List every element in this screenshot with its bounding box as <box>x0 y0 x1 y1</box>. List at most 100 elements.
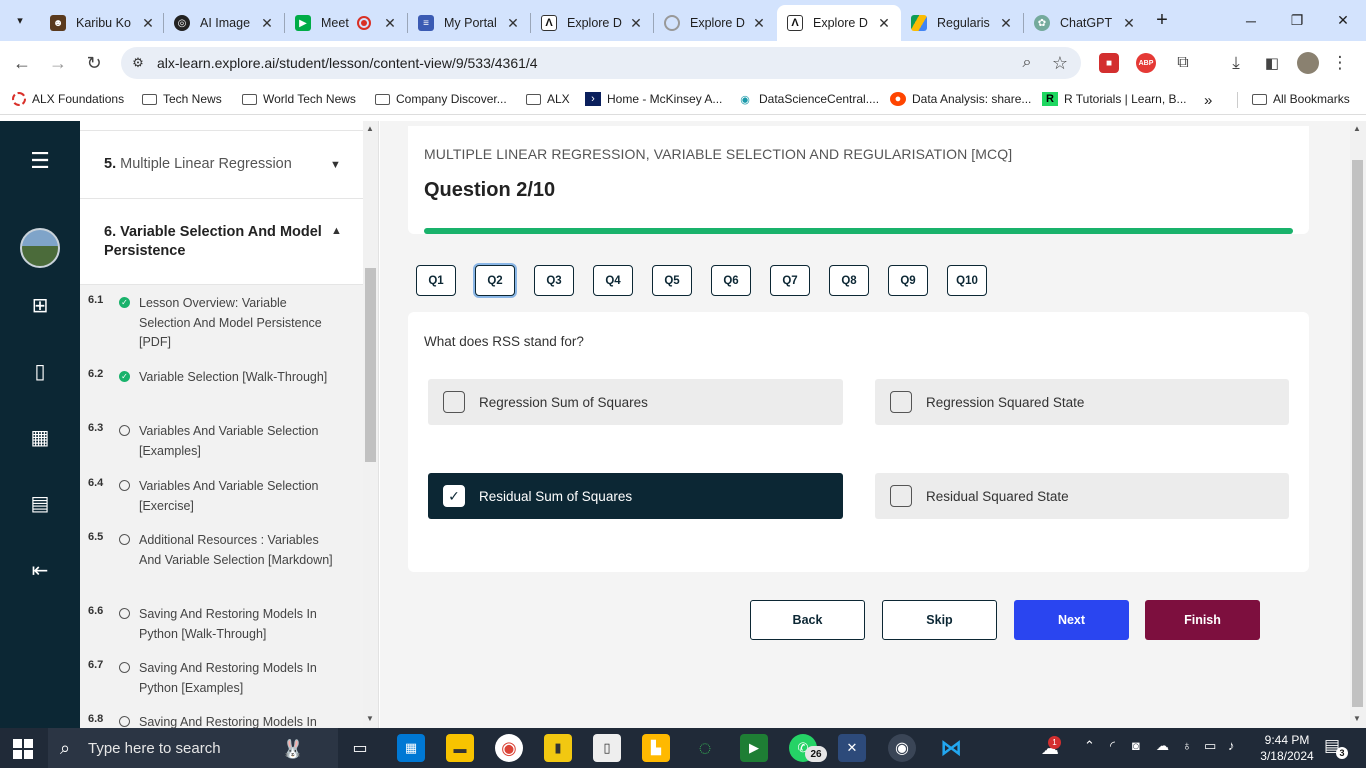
question-button-q7[interactable]: Q7 <box>770 265 810 296</box>
tab-explore-1[interactable]: Λ Explore D ✕ <box>531 5 653 41</box>
all-bookmarks[interactable]: All Bookmarks <box>1252 92 1350 106</box>
bookmark-mckinsey[interactable]: › Home - McKinsey A... <box>585 92 722 106</box>
windows-start-icon[interactable] <box>10 736 36 762</box>
main-scrollbar-thumb[interactable] <box>1352 160 1363 707</box>
vscode-icon[interactable]: ⋈ <box>937 734 965 762</box>
file-explorer-icon[interactable]: ▬ <box>446 734 474 762</box>
meet-app-icon[interactable]: ▶ <box>740 734 768 762</box>
restore-icon[interactable]: ❐ <box>1274 0 1320 41</box>
download-icon[interactable]: ⤓ <box>1225 52 1247 74</box>
chevron-up-tray-icon[interactable]: ⌃ <box>1084 738 1095 754</box>
question-button-q8[interactable]: Q8 <box>829 265 869 296</box>
chrome-icon[interactable]: ◉ <box>495 734 523 762</box>
close-window-icon[interactable]: ✕ <box>1320 0 1366 41</box>
section-6-header[interactable]: 6. Variable Selection And Model Persiste… <box>80 199 363 285</box>
next-button[interactable]: Next <box>1014 600 1129 640</box>
task-view-icon[interactable]: ▭ <box>346 734 374 762</box>
bookmark-alx-foundations[interactable]: ALX Foundations <box>12 92 124 106</box>
volume-icon[interactable]: ♪ <box>1228 738 1235 753</box>
question-button-q4[interactable]: Q4 <box>593 265 633 296</box>
tab-regularisation[interactable]: Regularis ✕ <box>901 5 1023 41</box>
logout-icon[interactable]: ⇤ <box>27 557 53 583</box>
wifi-icon[interactable]: ◜ <box>1110 738 1115 754</box>
answer-option-2[interactable]: Regression Squared State <box>875 379 1289 425</box>
finish-button[interactable]: Finish <box>1145 600 1260 640</box>
tab-karibu[interactable]: ☻ Karibu Ko ✕ <box>40 5 165 41</box>
close-tab-icon[interactable]: ✕ <box>999 15 1013 32</box>
tab-chatgpt[interactable]: ✿ ChatGPT ✕ <box>1024 5 1146 41</box>
checkbox-icon[interactable] <box>890 485 912 507</box>
scroll-up-arrow-icon[interactable]: ▲ <box>1353 124 1361 133</box>
tab-my-portal[interactable]: ≡ My Portal ✕ <box>408 5 530 41</box>
camera-icon[interactable]: ◙ <box>1132 738 1140 753</box>
spinner-app-icon[interactable]: ◌ <box>691 734 719 762</box>
answer-option-1[interactable]: Regression Sum of Squares <box>428 379 843 425</box>
network-app-icon[interactable]: ✕ <box>838 734 866 762</box>
tab-meet[interactable]: ▶ Meet ✕ <box>285 5 407 41</box>
new-tab-plus-icon[interactable]: + <box>1150 8 1174 32</box>
bookmark-star-icon[interactable]: ☆ <box>1049 52 1071 74</box>
close-tab-icon[interactable]: ✕ <box>383 15 397 32</box>
question-button-q3[interactable]: Q3 <box>534 265 574 296</box>
zoom-icon[interactable]: ⌕ <box>1016 52 1038 74</box>
question-button-q2[interactable]: Q2 <box>475 265 515 296</box>
tab-search-chevron-icon[interactable]: ▾ <box>8 8 32 32</box>
scroll-down-arrow-icon[interactable]: ▼ <box>366 714 374 723</box>
close-tab-icon[interactable]: ✕ <box>141 15 155 32</box>
question-button-q1[interactable]: Q1 <box>416 265 456 296</box>
checkbox-icon[interactable] <box>443 391 465 413</box>
close-tab-icon[interactable]: ✕ <box>260 15 274 32</box>
section-5-header[interactable]: 5. Multiple Linear Regression ▼ <box>80 130 363 199</box>
tab-explore-2[interactable]: Explore D ✕ <box>654 5 776 41</box>
question-button-q10[interactable]: Q10 <box>947 265 987 296</box>
side-panel-icon[interactable]: ◧ <box>1261 52 1283 74</box>
book-icon[interactable]: ▯ <box>27 358 53 384</box>
bookmark-world-tech-news[interactable]: World Tech News <box>242 92 356 106</box>
taskbar-clock[interactable]: 9:44 PM 3/18/2024 <box>1252 732 1322 764</box>
chrome-active-icon[interactable]: ◉ <box>888 734 916 762</box>
question-button-q5[interactable]: Q5 <box>652 265 692 296</box>
skip-button[interactable]: Skip <box>882 600 997 640</box>
bookmark-tech-news[interactable]: Tech News <box>142 92 222 106</box>
answer-option-3[interactable]: ✓ Residual Sum of Squares <box>428 473 843 519</box>
bookmark-r-tutorials[interactable]: R R Tutorials | Learn, B... <box>1042 92 1187 106</box>
more-bookmarks-chevron-icon[interactable]: » <box>1204 92 1212 109</box>
tab-explore-active[interactable]: Λ Explore D ✕ <box>777 5 901 41</box>
hamburger-menu-icon[interactable]: ☰ <box>27 148 53 174</box>
forward-arrow-icon[interactable]: → <box>45 50 71 76</box>
menu-kebab-icon[interactable]: ⋮ <box>1330 52 1350 74</box>
battery-icon[interactable]: ▭ <box>1204 738 1216 754</box>
microphone-icon[interactable]: ♁ <box>1182 738 1192 753</box>
close-tab-icon[interactable]: ✕ <box>629 15 643 32</box>
book-reader-icon[interactable]: ▯ <box>593 734 621 762</box>
power-bi-icon[interactable]: ▮ <box>544 734 572 762</box>
tab-ai-image[interactable]: ◎ AI Image ✕ <box>164 5 284 41</box>
close-tab-icon[interactable]: ✕ <box>877 15 891 32</box>
bookmark-alx[interactable]: ALX <box>526 92 570 106</box>
back-arrow-icon[interactable]: ← <box>9 50 35 76</box>
close-tab-icon[interactable]: ✕ <box>752 15 766 32</box>
extensions-puzzle-icon[interactable]: ⧉ <box>1172 52 1194 74</box>
bookmark-datasciencecentral[interactable]: ◉ DataScienceCentral.... <box>737 92 879 106</box>
adblock-icon[interactable]: ABP <box>1136 53 1156 73</box>
profile-avatar-icon[interactable] <box>1297 52 1319 74</box>
question-button-q6[interactable]: Q6 <box>711 265 751 296</box>
sticky-notes-icon[interactable]: ▙ <box>642 734 670 762</box>
scroll-down-arrow-icon[interactable]: ▼ <box>1353 714 1361 723</box>
close-tab-icon[interactable]: ✕ <box>506 15 520 32</box>
url-text[interactable]: alx-learn.explore.ai/student/lesson/cont… <box>157 55 538 71</box>
bookmark-data-analysis[interactable]: ● Data Analysis: share... <box>890 92 1031 106</box>
reload-icon[interactable]: ↻ <box>81 50 107 76</box>
record-extension-icon[interactable]: ■ <box>1099 53 1119 73</box>
document-icon[interactable]: ▤ <box>27 490 53 516</box>
back-button[interactable]: Back <box>750 600 865 640</box>
scroll-up-arrow-icon[interactable]: ▲ <box>366 124 374 133</box>
bookmark-company-discover[interactable]: Company Discover... <box>375 92 507 106</box>
calendar-icon[interactable]: ▦ <box>27 424 53 450</box>
taskbar-search-box[interactable]: ⌕ Type here to search 🐰 <box>48 728 338 768</box>
cloud-sync-icon[interactable]: ☁ <box>1156 738 1169 754</box>
checkbox-icon[interactable] <box>890 391 912 413</box>
site-info-icon[interactable]: ⚙ <box>128 53 148 73</box>
sidebar-scrollbar-thumb[interactable] <box>365 268 376 462</box>
close-tab-icon[interactable]: ✕ <box>1122 15 1136 32</box>
